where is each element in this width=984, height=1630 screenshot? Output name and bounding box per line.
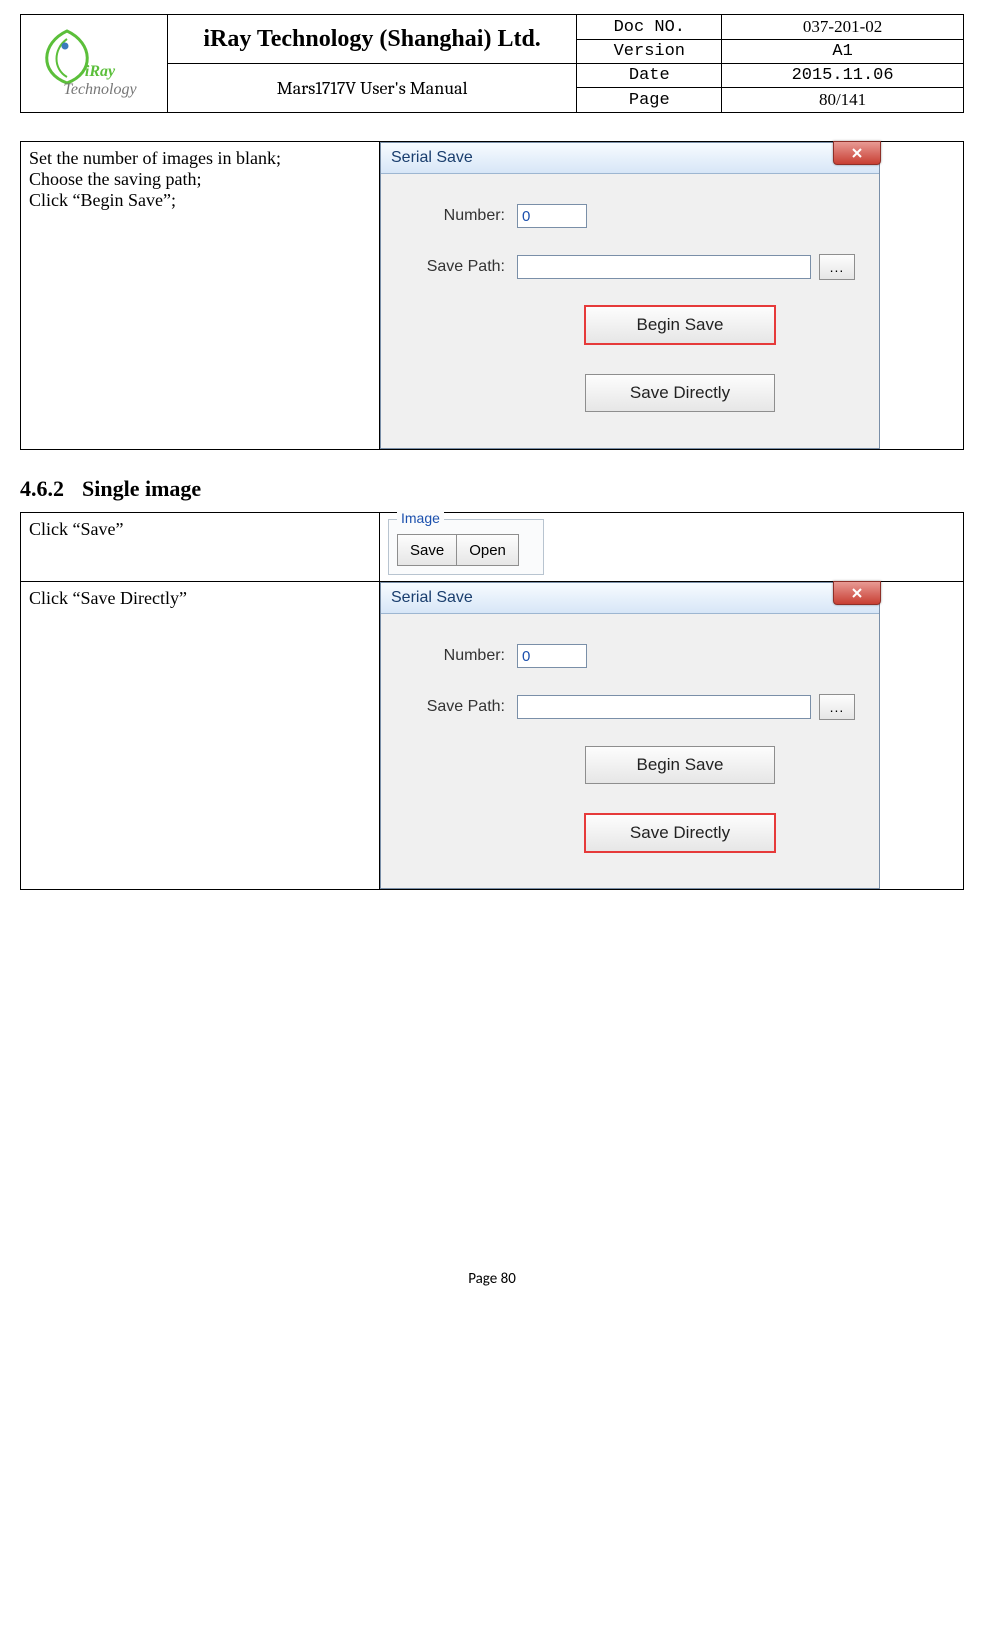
manual-title: Mars1717V User's Manual — [167, 64, 577, 113]
meta-value-docno: 037-201-02 — [722, 15, 964, 40]
instruction-table-2: Click “Save” Image Save Open Click “Save… — [20, 512, 964, 890]
savepath-label-2: Save Path: — [405, 698, 505, 716]
image-groupbox: Image Save Open — [388, 519, 544, 575]
close-icon — [851, 147, 863, 159]
begin-save-button[interactable]: Begin Save — [585, 306, 775, 344]
serial-save-dialog-2: Serial Save Number: Save Path: — [380, 582, 880, 889]
company-logo: iRay Technology — [27, 25, 151, 103]
number-label-2: Number: — [405, 647, 505, 665]
savepath-input-2[interactable] — [517, 695, 811, 719]
dialog-titlebar[interactable]: Serial Save — [381, 143, 879, 174]
meta-value-version: A1 — [722, 40, 964, 64]
save-directly-button[interactable]: Save Directly — [585, 374, 775, 412]
image-save-button[interactable]: Save — [397, 534, 457, 566]
meta-label-docno: Doc NO. — [577, 15, 722, 40]
close-button[interactable] — [833, 141, 881, 165]
instruction-cell-2: Click “Save” — [21, 513, 380, 582]
browse-button[interactable]: ... — [819, 254, 855, 280]
save-directly-button-2[interactable]: Save Directly — [585, 814, 775, 852]
logo-text: iRay Technology — [49, 63, 151, 99]
meta-value-page: 80/141 — [722, 88, 964, 113]
instruction-table-1: Set the number of images in blank; Choos… — [20, 141, 964, 450]
section-heading: 4.6.2Single image — [20, 476, 964, 502]
savepath-label: Save Path: — [405, 258, 505, 276]
serial-save-dialog: Serial Save Number: Save Path: — [380, 142, 880, 449]
number-input-2[interactable] — [517, 644, 587, 668]
image-open-button[interactable]: Open — [457, 534, 519, 566]
browse-button-2[interactable]: ... — [819, 694, 855, 720]
company-name: iRay Technology (Shanghai) Ltd. — [167, 15, 577, 64]
groupbox-legend: Image — [397, 510, 444, 526]
meta-label-page: Page — [577, 88, 722, 113]
meta-label-date: Date — [577, 64, 722, 88]
instruction-cell-3: Click “Save Directly” — [21, 582, 380, 890]
close-icon — [851, 587, 863, 599]
dialog-titlebar-2[interactable]: Serial Save — [381, 583, 879, 614]
number-label: Number: — [405, 207, 505, 225]
dialog-title-2: Serial Save — [391, 589, 473, 607]
meta-label-version: Version — [577, 40, 722, 64]
savepath-input[interactable] — [517, 255, 811, 279]
meta-value-date: 2015.11.06 — [722, 64, 964, 88]
document-header: iRay Technology iRay Technology (Shangha… — [20, 14, 964, 113]
close-button-2[interactable] — [833, 581, 881, 605]
number-input[interactable] — [517, 204, 587, 228]
page-footer: Page 80 — [20, 1270, 964, 1288]
begin-save-button-2[interactable]: Begin Save — [585, 746, 775, 784]
dialog-title: Serial Save — [391, 149, 473, 167]
instruction-cell-1: Set the number of images in blank; Choos… — [21, 142, 380, 450]
